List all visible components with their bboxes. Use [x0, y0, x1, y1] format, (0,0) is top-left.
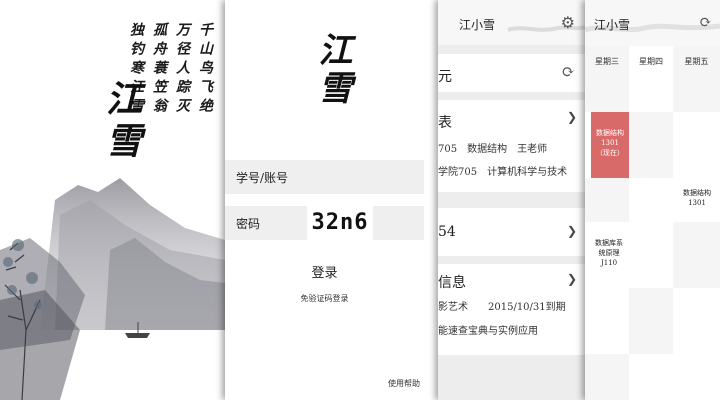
account-label: 学号/账号 [236, 170, 289, 185]
course-room: J110 [600, 259, 618, 267]
login-screen: 江雪 学号/账号 密码 32n6 登录 免验证码登录 使用帮助 [225, 0, 438, 400]
course-name: 数据结构 [683, 189, 711, 197]
day-header: 星期五 [684, 57, 709, 66]
schedule-title: 表 [438, 115, 452, 131]
captcha-image[interactable]: 32n6 [307, 204, 373, 240]
help-link[interactable]: 使用帮助 [388, 378, 420, 389]
timetable-title: 江小雪 [594, 18, 631, 32]
chevron-right-icon: ❯ [566, 272, 577, 286]
schedule-line: 学院705 计算机科学与技术 [438, 167, 568, 178]
account-input[interactable]: 学号/账号 [225, 160, 424, 194]
library-info-card[interactable]: 信息 ❯ 影艺术 2015/10/31到期 能速查宝典与实例应用 [438, 264, 585, 355]
app-brand-title: 江雪 [100, 80, 142, 164]
info-title: 信息 [438, 275, 466, 291]
home-screen: 江小雪 ⚙ 元 ⟳ 表 ❯ 705 数据结构 王老师 学院705 计算机科学与技… [438, 0, 585, 400]
course-name: 数据库系统原理 [595, 239, 623, 257]
balance-label: 元 [438, 69, 452, 85]
schedule-line: 705 数据结构 王老师 [438, 144, 548, 155]
grid-cell [673, 222, 720, 288]
refresh-icon[interactable]: ⟳ [699, 13, 712, 31]
course-room: 1301 [688, 199, 706, 207]
timetable-top-bar: 江小雪 ⟳ [585, 0, 720, 46]
chevron-right-icon: ❯ [566, 224, 577, 238]
grid-cell [585, 354, 629, 400]
login-button[interactable]: 登录 [225, 262, 424, 281]
course-cell-current[interactable]: 数据结构 1301 （现在） [591, 112, 629, 178]
stat-value: 54 [438, 224, 456, 240]
password-label: 密码 [236, 216, 261, 231]
timetable-screen: 江小雪 ⟳ 星期三 星期四 星期五 数据结构 1301 （现在） 数据结构 13… [585, 0, 720, 400]
password-input[interactable]: 密码 32n6 [225, 204, 424, 240]
grid-cell [585, 178, 629, 222]
info-line: 影艺术 2015/10/31到期 [438, 302, 566, 313]
captcha-free-login-link[interactable]: 免验证码登录 [225, 293, 424, 304]
stat-card[interactable]: 54 ❯ [438, 208, 585, 256]
poem-line: 孤舟蓑笠翁 [151, 22, 167, 117]
home-top-bar: 江小雪 ⚙ [438, 0, 585, 45]
day-header: 星期三 [595, 57, 619, 66]
schedule-card[interactable]: 表 ❯ 705 数据结构 王老师 学院705 计算机科学与技术 [438, 100, 585, 192]
login-brand-title: 江雪 [312, 32, 352, 108]
home-title: 江小雪 [459, 18, 496, 32]
splash-screen: 千山鸟飞绝 万径人踪灭 孤舟蓑笠翁 独钓寒江雪 江雪 [0, 0, 225, 400]
course-status: （现在） [596, 149, 624, 157]
poem-line: 千山鸟飞绝 [197, 22, 213, 117]
poem-line: 万径人踪灭 [174, 22, 190, 117]
info-line: 能速查宝典与实例应用 [438, 326, 538, 337]
course-name: 数据结构 [596, 129, 624, 137]
refresh-icon[interactable]: ⟳ [562, 62, 575, 81]
course-room: 1301 [601, 139, 619, 147]
grid-cell [629, 112, 673, 178]
grid-cell [629, 288, 673, 354]
course-cell[interactable]: 数据结构 1301 [675, 188, 719, 208]
day-header: 星期四 [639, 57, 663, 66]
chevron-right-icon: ❯ [566, 110, 577, 124]
balance-card[interactable]: 元 ⟳ [438, 54, 585, 92]
course-cell[interactable]: 数据库系统原理 J110 [587, 238, 631, 268]
gear-icon[interactable]: ⚙ [561, 13, 575, 32]
